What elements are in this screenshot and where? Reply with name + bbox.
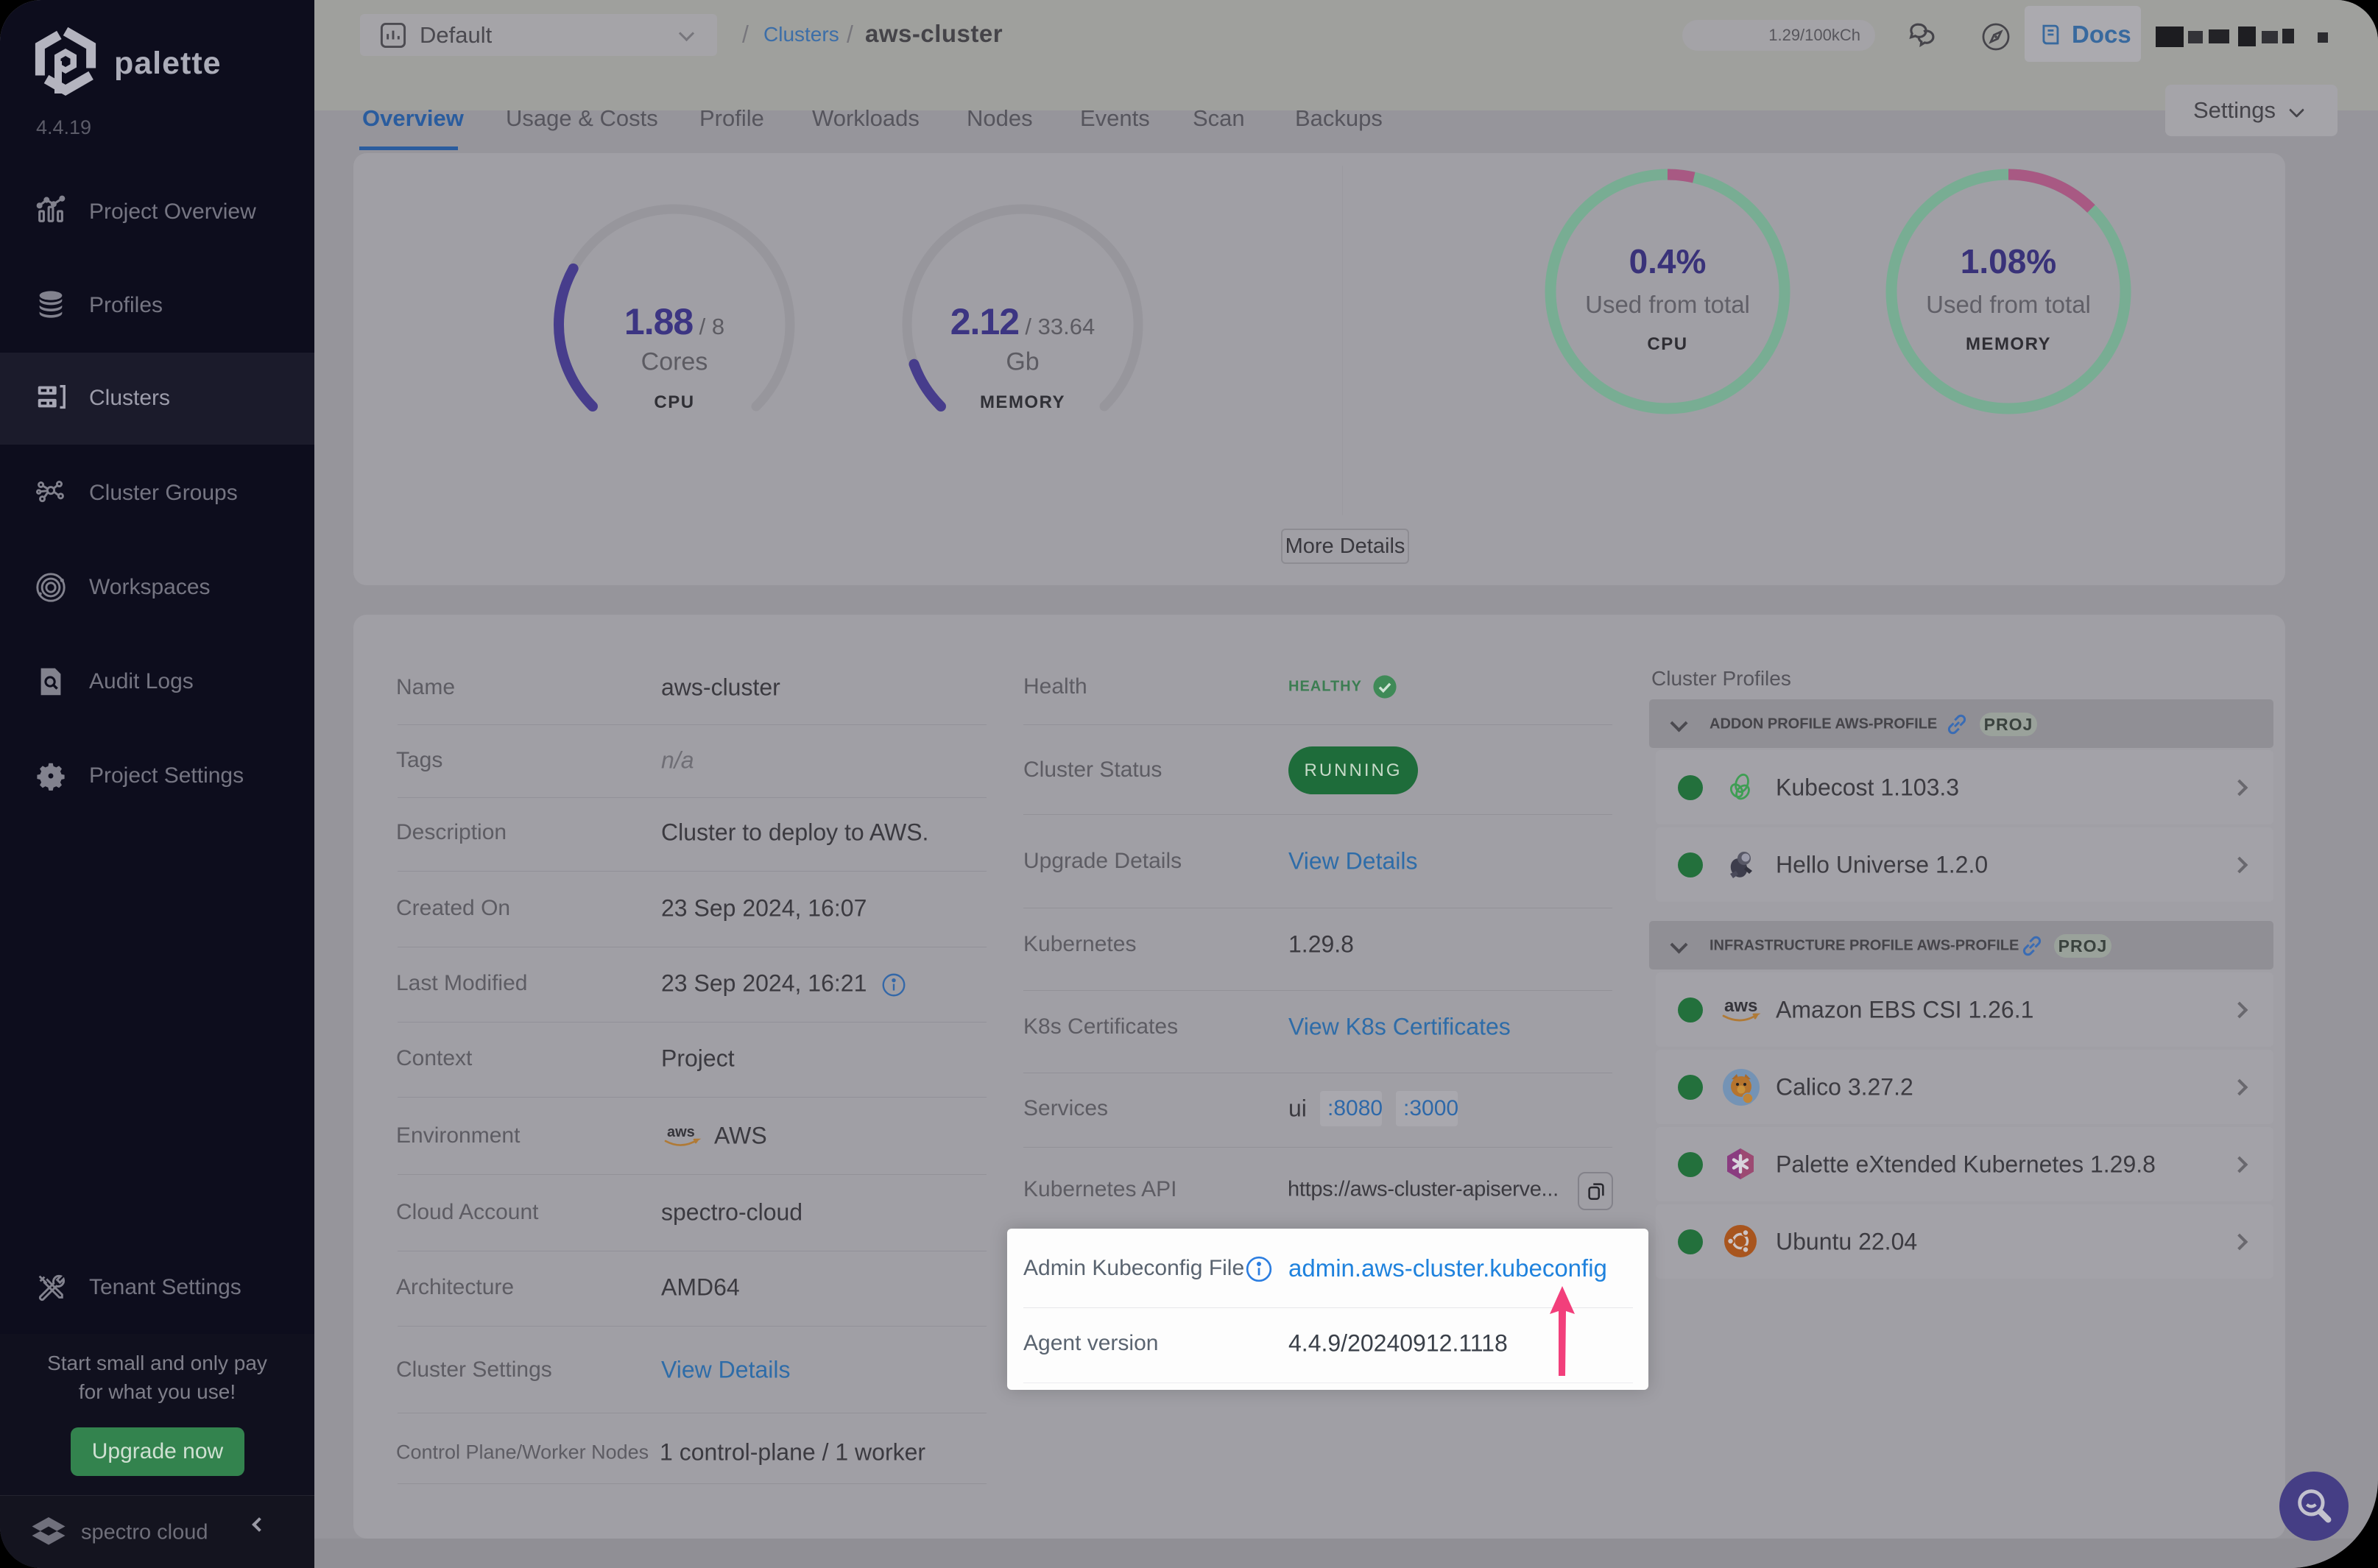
svg-text:aws: aws (667, 1124, 695, 1140)
svg-text:aws: aws (1724, 996, 1757, 1016)
